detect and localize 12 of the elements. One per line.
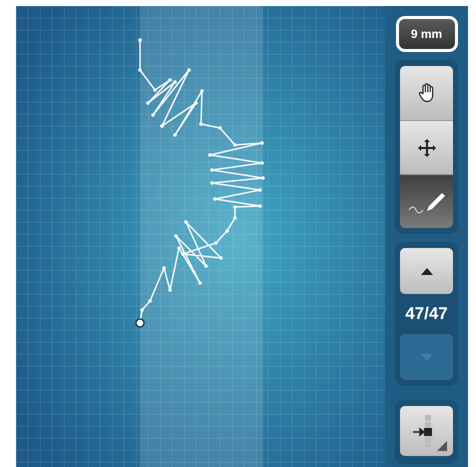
- up-triangle-icon: [420, 268, 432, 274]
- stitch-counter: 47/47: [405, 304, 448, 324]
- move-tool-button[interactable]: [400, 120, 453, 174]
- down-triangle-icon: [420, 354, 432, 360]
- layout-button[interactable]: [400, 406, 453, 456]
- hand-tool-button[interactable]: [400, 66, 453, 120]
- up-button[interactable]: [400, 248, 453, 294]
- size-button[interactable]: 9 mm: [396, 16, 458, 52]
- hand-icon: [418, 83, 436, 103]
- move-arrows-icon: [416, 138, 436, 158]
- draw-tool-button[interactable]: [400, 174, 453, 228]
- start-point-marker[interactable]: [135, 318, 145, 328]
